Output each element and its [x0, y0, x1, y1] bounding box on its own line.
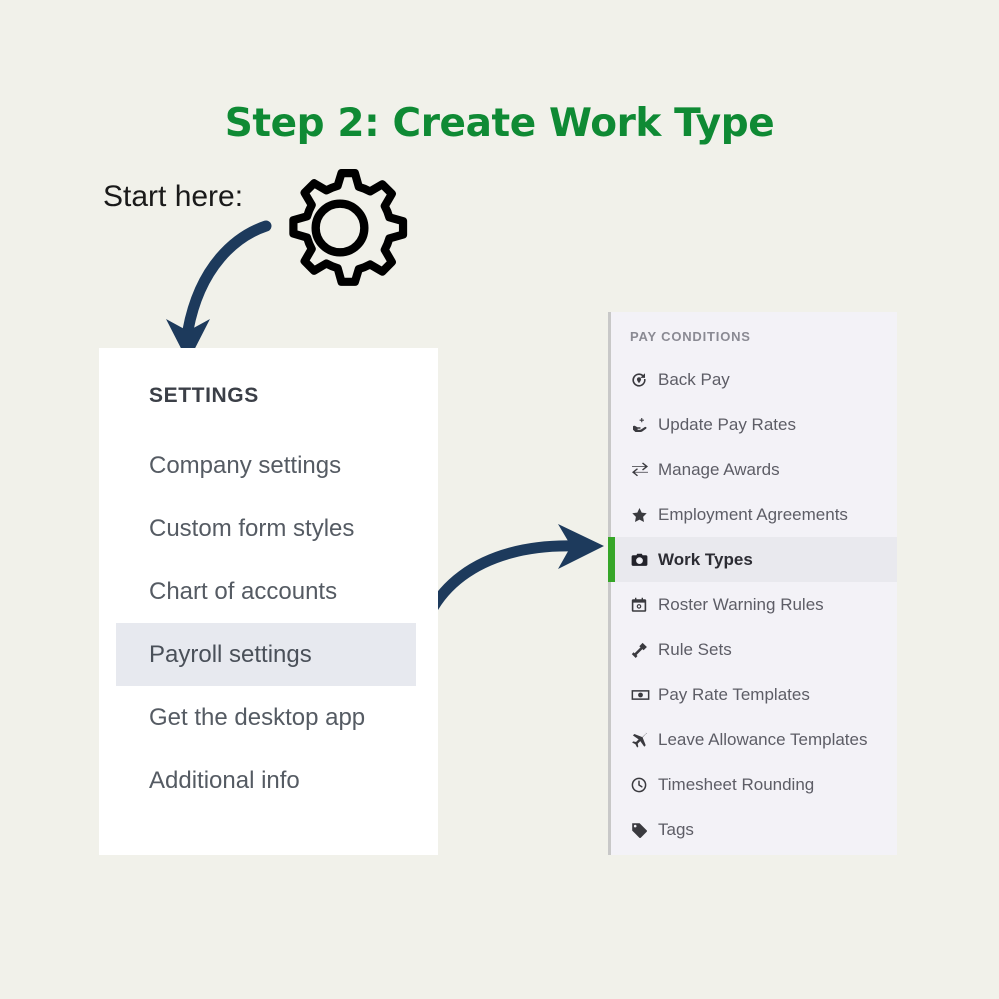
- pay-item-employment-agreements[interactable]: Employment Agreements: [611, 492, 897, 537]
- infographic-stage: Step 2: Create Work Type Start here: SET…: [0, 0, 999, 999]
- settings-item-label: Get the desktop app: [149, 703, 366, 731]
- calendar-clock-icon: [631, 597, 654, 613]
- hand-plus-icon: [631, 417, 654, 433]
- settings-item-label: Payroll settings: [149, 640, 312, 668]
- page-title: Step 2: Create Work Type: [224, 101, 775, 146]
- settings-item-label: Custom form styles: [149, 514, 355, 542]
- settings-menu: Company settings Custom form styles Char…: [99, 434, 438, 812]
- settings-heading: SETTINGS: [149, 384, 259, 407]
- settings-item-get-the-desktop-app[interactable]: Get the desktop app: [99, 686, 438, 749]
- settings-item-additional-info[interactable]: Additional info: [99, 749, 438, 812]
- pay-item-tags[interactable]: Tags: [611, 807, 897, 852]
- star-icon: [631, 507, 654, 523]
- pay-item-work-types[interactable]: Work Types: [608, 537, 897, 582]
- settings-item-custom-form-styles[interactable]: Custom form styles: [99, 497, 438, 560]
- settings-item-label: Chart of accounts: [149, 577, 338, 605]
- briefcase-camera-icon: [631, 552, 654, 568]
- start-here-label: Start here:: [103, 180, 244, 213]
- pay-conditions-heading: PAY CONDITIONS: [630, 329, 751, 344]
- gavel-icon: [631, 642, 654, 658]
- pay-item-roster-warning-rules[interactable]: Roster Warning Rules: [611, 582, 897, 627]
- pay-item-manage-awards[interactable]: Manage Awards: [611, 447, 897, 492]
- pay-item-label: Roster Warning Rules: [658, 594, 824, 614]
- banknote-icon: [631, 687, 654, 703]
- pay-item-label: Tags: [658, 819, 694, 839]
- settings-item-label: Additional info: [149, 766, 300, 794]
- clock-icon: [631, 777, 654, 793]
- pay-item-label: Update Pay Rates: [658, 414, 796, 434]
- pay-item-label: Employment Agreements: [658, 504, 848, 524]
- pay-conditions-panel: PAY CONDITIONS Back Pay Update Pay Rates…: [608, 312, 897, 855]
- pay-item-label: Timesheet Rounding: [658, 774, 815, 794]
- pay-item-timesheet-rounding[interactable]: Timesheet Rounding: [611, 762, 897, 807]
- pay-item-back-pay[interactable]: Back Pay: [611, 357, 897, 402]
- exchange-arrows-icon: [631, 462, 654, 478]
- history-back-pay-icon: [631, 372, 654, 388]
- pay-item-label: Rule Sets: [658, 639, 732, 659]
- settings-panel: SETTINGS Company settings Custom form st…: [99, 348, 438, 855]
- settings-item-label: Company settings: [149, 451, 342, 479]
- pay-item-leave-allowance-templates[interactable]: Leave Allowance Templates: [611, 717, 897, 762]
- pay-item-label: Work Types: [658, 549, 753, 569]
- settings-item-chart-of-accounts[interactable]: Chart of accounts: [99, 560, 438, 623]
- airplane-icon: [631, 731, 654, 748]
- pay-item-label: Manage Awards: [658, 459, 780, 479]
- pay-item-pay-rate-templates[interactable]: Pay Rate Templates: [611, 672, 897, 717]
- pay-item-label: Leave Allowance Templates: [658, 729, 868, 749]
- tag-icon: [631, 822, 654, 838]
- settings-item-payroll-settings[interactable]: Payroll settings: [116, 623, 416, 686]
- pay-item-update-pay-rates[interactable]: Update Pay Rates: [611, 402, 897, 447]
- pay-item-rule-sets[interactable]: Rule Sets: [611, 627, 897, 672]
- settings-item-company-settings[interactable]: Company settings: [99, 434, 438, 497]
- pay-item-label: Pay Rate Templates: [658, 684, 810, 704]
- pay-item-label: Back Pay: [658, 369, 730, 389]
- pay-conditions-menu: Back Pay Update Pay Rates Manage Awards …: [608, 357, 897, 852]
